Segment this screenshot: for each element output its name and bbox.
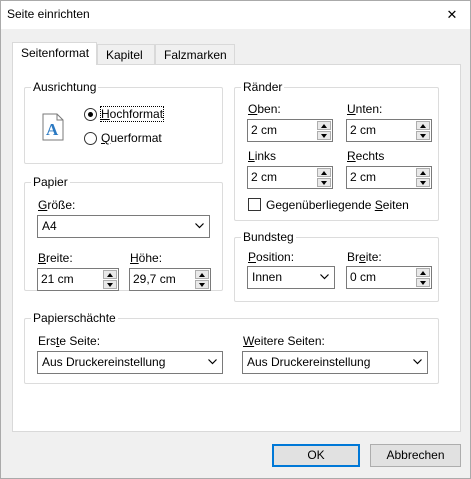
breite-value: 21 cm bbox=[41, 272, 74, 286]
groesse-value: A4 bbox=[42, 219, 57, 233]
group-legend: Bundsteg bbox=[241, 229, 296, 245]
bundsteg-breite-value: 0 cm bbox=[350, 270, 377, 284]
weitere-seiten-value: Aus Druckereinstellung bbox=[247, 355, 371, 369]
spin-down-icon[interactable] bbox=[416, 178, 430, 187]
label-links: Links bbox=[248, 149, 277, 163]
spin-down-icon[interactable] bbox=[103, 280, 117, 289]
spin-up-icon[interactable] bbox=[416, 121, 430, 130]
group-bundsteg: Bundsteg Position: Innen Breite: 0 cm bbox=[234, 229, 439, 302]
spin-up-icon[interactable] bbox=[195, 270, 209, 279]
radio-querformat[interactable] bbox=[84, 132, 97, 145]
position-dropdown[interactable]: Innen bbox=[247, 266, 335, 289]
label-weitere-seiten: Weitere Seiten: bbox=[243, 334, 325, 348]
label-bundsteg-breite: Breite: bbox=[347, 250, 382, 264]
checkbox-gegenueberliegende-seiten[interactable] bbox=[248, 198, 261, 211]
chevron-down-icon bbox=[413, 359, 422, 365]
label-breite: Breite: bbox=[38, 251, 73, 265]
label-gegenueberliegende-seiten[interactable]: Gegenüberliegende Seiten bbox=[266, 198, 409, 212]
weitere-seiten-dropdown[interactable]: Aus Druckereinstellung bbox=[242, 351, 428, 374]
spin-down-icon[interactable] bbox=[195, 280, 209, 289]
rechts-value: 2 cm bbox=[350, 170, 377, 184]
unten-value: 2 cm bbox=[350, 123, 377, 137]
spin-up-icon[interactable] bbox=[416, 268, 430, 277]
page-setup-dialog: Seite einrichten ✕ Seitenformat Kapitel … bbox=[0, 0, 471, 479]
tab-panel-seitenformat: Ausrichtung A Hochformat Querformat Ränd… bbox=[12, 64, 461, 432]
spin-up-icon[interactable] bbox=[416, 168, 430, 177]
label-hochformat[interactable]: Hochformat bbox=[99, 106, 165, 122]
preview-letter: A bbox=[46, 120, 59, 139]
ok-button[interactable]: OK bbox=[272, 444, 360, 467]
group-legend: Ränder bbox=[241, 79, 285, 95]
links-value: 2 cm bbox=[251, 170, 278, 184]
cancel-button[interactable]: Abbrechen bbox=[370, 444, 461, 467]
spin-down-icon[interactable] bbox=[317, 178, 331, 187]
chevron-down-icon bbox=[208, 359, 217, 365]
rechts-spinbox[interactable]: 2 cm bbox=[346, 166, 432, 189]
tab-label: Kapitel bbox=[106, 48, 143, 62]
spin-up-icon[interactable] bbox=[103, 270, 117, 279]
label-rechts: Rechts bbox=[347, 149, 385, 163]
window-title: Seite einrichten bbox=[7, 7, 90, 21]
group-legend: Papier bbox=[31, 174, 70, 190]
label-position: Position: bbox=[248, 250, 295, 264]
groesse-dropdown[interactable]: A4 bbox=[37, 215, 210, 238]
tab-falzmarken[interactable]: Falzmarken bbox=[155, 44, 235, 64]
group-raender: Ränder Oben: 2 cm Unten: 2 cm Links 2 cm… bbox=[234, 79, 439, 221]
chevron-down-icon bbox=[320, 274, 329, 280]
hoehe-value: 29,7 cm bbox=[133, 272, 176, 286]
portrait-page-icon: A bbox=[42, 113, 64, 141]
breite-spinbox[interactable]: 21 cm bbox=[37, 268, 119, 291]
title-bar: Seite einrichten ✕ bbox=[1, 1, 470, 29]
position-value: Innen bbox=[252, 270, 283, 284]
unten-spinbox[interactable]: 2 cm bbox=[346, 119, 432, 142]
tab-seitenformat[interactable]: Seitenformat bbox=[12, 42, 97, 65]
label-groesse: Größe: bbox=[38, 198, 76, 212]
group-papierschaechte: Papierschächte Erste Seite: Aus Druckere… bbox=[24, 310, 439, 384]
radio-hochformat[interactable] bbox=[84, 108, 97, 121]
label-hoehe: Höhe: bbox=[130, 251, 163, 265]
tab-label: Falzmarken bbox=[164, 48, 227, 62]
links-spinbox[interactable]: 2 cm bbox=[247, 166, 333, 189]
erste-seite-value: Aus Druckereinstellung bbox=[42, 355, 166, 369]
label-querformat[interactable]: Querformat bbox=[101, 131, 162, 145]
label-oben: Oben: bbox=[248, 102, 281, 116]
erste-seite-dropdown[interactable]: Aus Druckereinstellung bbox=[37, 351, 223, 374]
tab-kapitel[interactable]: Kapitel bbox=[97, 44, 155, 64]
label-erste-seite: Erste Seite: bbox=[38, 334, 101, 348]
group-ausrichtung: Ausrichtung A Hochformat Querformat bbox=[24, 79, 223, 164]
tab-label: Seitenformat bbox=[21, 46, 90, 60]
spin-down-icon[interactable] bbox=[416, 278, 430, 287]
chevron-down-icon bbox=[195, 223, 204, 229]
group-legend: Papierschächte bbox=[31, 310, 118, 326]
spin-up-icon[interactable] bbox=[317, 168, 331, 177]
spin-down-icon[interactable] bbox=[416, 131, 430, 140]
oben-value: 2 cm bbox=[251, 123, 278, 137]
hoehe-spinbox[interactable]: 29,7 cm bbox=[129, 268, 211, 291]
group-legend: Ausrichtung bbox=[31, 79, 99, 95]
spin-down-icon[interactable] bbox=[317, 131, 331, 140]
group-papier: Papier Größe: A4 Breite: 21 cm Höhe: 29,… bbox=[24, 174, 223, 291]
bundsteg-breite-spinbox[interactable]: 0 cm bbox=[346, 266, 432, 289]
label-unten: Unten: bbox=[347, 102, 383, 116]
oben-spinbox[interactable]: 2 cm bbox=[247, 119, 333, 142]
close-icon[interactable]: ✕ bbox=[440, 5, 464, 25]
spin-up-icon[interactable] bbox=[317, 121, 331, 130]
